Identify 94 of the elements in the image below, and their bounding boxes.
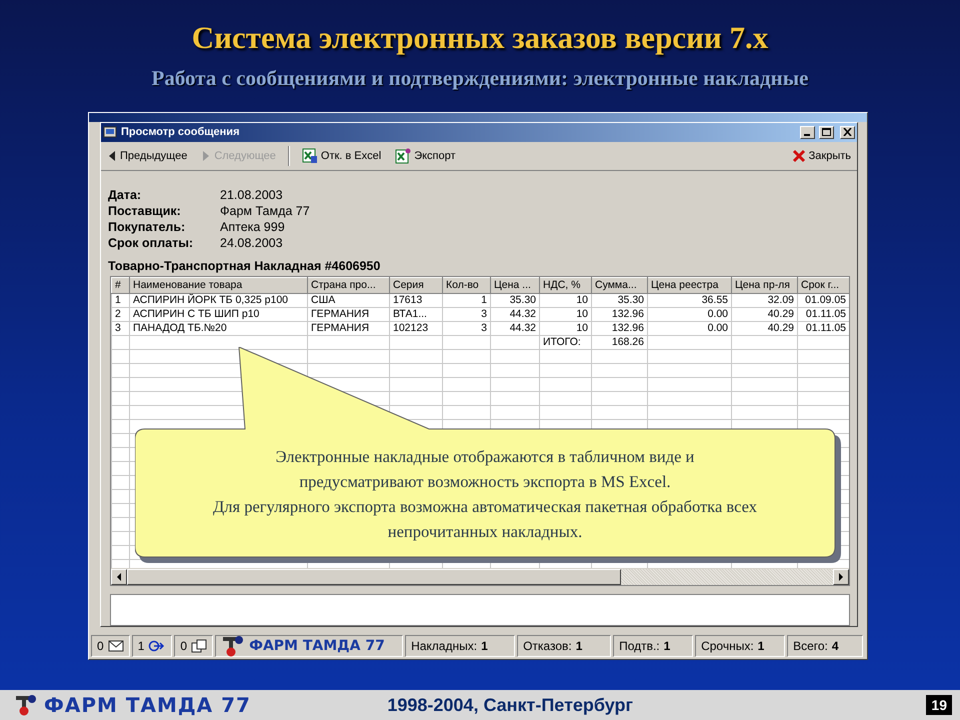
column-header[interactable]: Цена реестра <box>648 277 732 294</box>
table-cell: ВТА1... <box>390 307 442 322</box>
table-cell: 44.32 <box>490 307 540 322</box>
table-cell: 17613 <box>390 293 442 308</box>
table-cell: 10 <box>540 293 592 308</box>
field-label: Поставщик: <box>108 202 182 219</box>
column-header[interactable]: Срок г... <box>798 277 849 294</box>
column-header[interactable]: Наименование товара <box>130 277 308 294</box>
table-cell: 10 <box>540 321 592 336</box>
right-arrow-icon <box>838 573 844 582</box>
table-cell: 102123 <box>390 321 442 336</box>
close-icon <box>792 148 806 163</box>
table-cell: 2 <box>112 307 130 322</box>
maximize-button[interactable] <box>819 126 834 139</box>
status-counter: 0 <box>91 635 130 657</box>
spreadsheet-icon <box>395 148 412 164</box>
documents-icon <box>191 639 208 653</box>
field-value: Фарм Тамда 77 <box>220 202 311 219</box>
table-cell: 32.09 <box>732 293 798 308</box>
footer-logo-text: ФАРМ ТАМДА 77 <box>44 693 252 717</box>
table-cell: 01.09.05 <box>798 293 849 308</box>
table-cell: США <box>308 293 390 308</box>
column-header[interactable]: Цена ... <box>490 277 540 294</box>
table-cell: ГЕРМАНИЯ <box>308 321 390 336</box>
slide-subtitle: Работа с сообщениями и подтверждениями: электронные накладные <box>152 66 808 91</box>
table-cell: 10 <box>540 307 592 322</box>
total-label: ИТОГО: <box>540 335 592 350</box>
field-value: Аптека 999 <box>220 218 286 235</box>
previous-button[interactable]: Предыдущее <box>105 148 190 163</box>
table-cell: АСПИРИН С ТБ ШИП р10 <box>130 307 308 322</box>
document-title: Товарно-Транспортная Накладная #4606950 <box>108 258 382 273</box>
field-label: Дата: <box>108 186 142 203</box>
close-button[interactable]: Закрыть <box>790 148 853 164</box>
close-button[interactable] <box>840 126 855 139</box>
close-icon <box>843 128 852 136</box>
table-cell: ПАНАДОД ТБ.№20 <box>130 321 308 336</box>
table-cell: 35.30 <box>490 293 540 308</box>
maximize-icon <box>822 128 831 136</box>
envelope-icon <box>108 640 124 652</box>
spreadsheet-icon <box>302 148 318 164</box>
column-header[interactable]: Цена пр-ля <box>732 277 798 294</box>
slide-title: Система электронных заказов версии 7.x <box>192 20 768 56</box>
table-cell: 132.96 <box>592 321 648 336</box>
column-header[interactable]: НДС, % <box>540 277 592 294</box>
logo-text: ФАРМ ТАМДА 77 <box>249 638 385 654</box>
export-button[interactable]: Экспорт <box>393 146 458 165</box>
table-cell: 1 <box>442 293 490 308</box>
table-cell: 132.96 <box>592 307 648 322</box>
total-value: 168.26 <box>592 335 648 350</box>
column-header[interactable]: Сумма... <box>592 277 648 294</box>
table-cell: 01.11.05 <box>798 307 849 322</box>
left-arrow-icon <box>116 573 122 582</box>
table-cell: 3 <box>112 321 130 336</box>
logo-icon <box>14 694 38 716</box>
callout-text: Электронные накладные отображаются в табличном виде и предусматривают возможность экспорта в MS Excel. <box>274 446 696 493</box>
footer-caption: 1998-2004, Санкт-Петербург <box>386 694 634 716</box>
field-value: 21.08.2003 <box>220 186 284 203</box>
status-stat: Отказов: 1 <box>517 635 612 657</box>
column-header[interactable]: Серия <box>390 277 442 294</box>
table-cell: 35.30 <box>592 293 648 308</box>
status-counter: 1 <box>132 635 172 657</box>
column-header[interactable]: Кол-во <box>442 277 490 294</box>
column-header[interactable]: Страна про... <box>308 277 390 294</box>
status-stat: Подтв.: 1 <box>613 635 694 657</box>
table-cell: 40.29 <box>732 321 798 336</box>
column-header[interactable]: # <box>112 277 130 294</box>
window-icon <box>103 126 117 138</box>
callout-text: Для регулярного экспорта возможна автоматическая пакетная обработка всех непрочитанных накладных. <box>212 496 758 543</box>
arrow-icon <box>148 640 166 652</box>
table-cell: 44.32 <box>490 321 540 336</box>
table-cell: 3 <box>442 307 490 322</box>
table-cell: 1 <box>112 293 130 308</box>
left-arrow-icon <box>107 150 117 162</box>
table-cell: 0.00 <box>648 321 732 336</box>
logo-icon <box>221 635 246 657</box>
table-cell: ГЕРМАНИЯ <box>308 307 390 322</box>
status-counter: 0 <box>174 635 214 657</box>
right-arrow-icon <box>201 150 212 162</box>
minimize-button[interactable] <box>800 126 815 139</box>
field-label: Покупатель: <box>108 218 186 235</box>
window-title: Просмотр сообщения <box>121 126 240 138</box>
status-stat: Срочных: 1 <box>695 635 786 657</box>
field-value: 24.08.2003 <box>220 234 284 251</box>
horizontal-scrollbar[interactable] <box>111 568 849 586</box>
status-stat: Накладных: 1 <box>405 635 516 657</box>
table-cell: 0.00 <box>648 307 732 322</box>
field-label: Срок оплаты: <box>108 234 194 251</box>
table-cell: 36.55 <box>648 293 732 308</box>
page-number: 19 <box>926 695 952 715</box>
table-cell: 3 <box>442 321 490 336</box>
table-cell: 01.11.05 <box>798 321 849 336</box>
open-in-excel-button[interactable]: Отк. в Excel <box>300 146 384 165</box>
table-cell: 40.29 <box>732 307 798 322</box>
status-stat: Всего: 4 <box>787 635 864 657</box>
